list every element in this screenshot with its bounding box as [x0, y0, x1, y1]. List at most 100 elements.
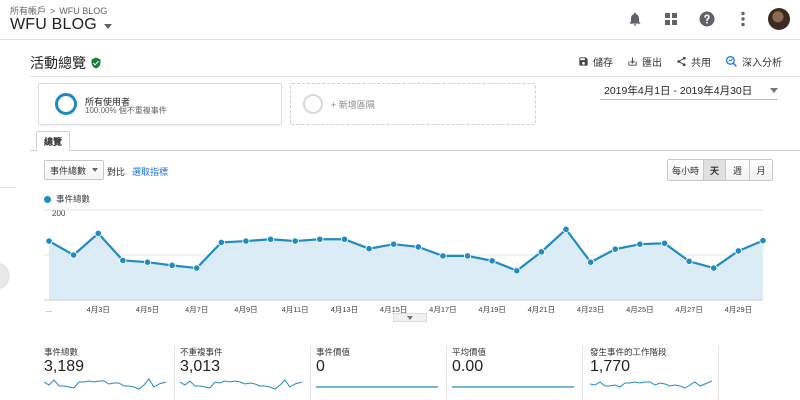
metric-label: 發生事件的工作階段 — [590, 347, 667, 357]
more-vert-icon[interactable] — [732, 8, 754, 30]
data-point — [463, 252, 472, 260]
versus-label: 對比 — [107, 167, 126, 177]
caret-down-icon — [770, 88, 778, 93]
top-icons — [624, 8, 790, 30]
save-button[interactable]: 儲存 — [578, 54, 613, 69]
date-range-text: 2019年4月1日 - 2019年4月30日 — [604, 85, 753, 97]
segment-all-users[interactable]: 所有使用者 100.00% 個不重複事件 — [38, 83, 282, 125]
tab-overview-label: 總覽 — [43, 136, 62, 147]
select-metric-link[interactable]: 選取指標 — [132, 165, 168, 178]
data-point — [562, 225, 570, 233]
insights-icon — [725, 55, 737, 67]
insights-label: 深入分析 — [742, 58, 782, 69]
save-icon — [579, 57, 588, 66]
chart-legend: 事件總數 — [44, 193, 90, 205]
account-name: WFU BLOG — [10, 16, 97, 33]
share-icon — [677, 56, 686, 67]
data-point — [710, 264, 718, 272]
x-tick-label: 4月27日 — [675, 305, 703, 314]
data-point — [685, 257, 693, 265]
date-range-picker[interactable]: 2019年4月1日 - 2019年4月30日 — [600, 82, 778, 100]
avatar[interactable] — [768, 8, 790, 30]
x-tick-label: 4月17日 — [429, 305, 457, 314]
breadcrumb-property[interactable]: WFU BLOG — [59, 6, 107, 16]
left-rail — [0, 41, 16, 400]
granularity-day-button[interactable]: 天 — [704, 160, 726, 180]
top-bar: 所有帳戶 > WFU BLOG WFU BLOG — [0, 0, 800, 40]
breadcrumb-separator: > — [50, 5, 56, 16]
series-area — [49, 229, 763, 300]
x-tick-label: 4月3日 — [87, 305, 110, 314]
apps-grid-icon[interactable] — [660, 8, 682, 30]
share-button[interactable]: 共用 — [676, 54, 711, 69]
data-point — [266, 235, 275, 243]
granularity-month-button[interactable]: 月 — [750, 160, 772, 180]
legend-label: 事件總數 — [56, 194, 91, 204]
collapse-chart-button[interactable] — [393, 313, 427, 322]
x-tick-label: 4月5日 — [136, 305, 159, 314]
metric-divider — [174, 346, 175, 400]
x-tick-label: 4月29日 — [725, 305, 753, 314]
x-tick-label: 4月23日 — [577, 305, 605, 314]
metric-total-events[interactable]: 事件總數 3,189 — [44, 346, 172, 400]
metric-avg-value[interactable]: 平均價值 0.00 — [452, 346, 580, 400]
export-icon — [628, 57, 637, 66]
data-point — [242, 237, 250, 245]
granularity-hourly-button[interactable]: 每小時 — [668, 160, 704, 180]
account-selector[interactable]: WFU BLOG — [10, 16, 112, 34]
add-segment-button[interactable]: + 新增區隔 — [290, 83, 536, 125]
data-point — [439, 252, 447, 260]
data-point — [660, 239, 669, 247]
data-point — [365, 245, 373, 253]
metric-value: 0 — [316, 358, 325, 375]
help-icon[interactable] — [696, 8, 718, 30]
add-segment-label: + 新增區隔 — [331, 100, 375, 110]
legend-dot — [44, 195, 51, 203]
granularity-week-button[interactable]: 週 — [726, 160, 750, 180]
metric-select[interactable]: 事件總數 — [44, 160, 104, 180]
sparkline — [180, 379, 302, 390]
report-actions: 儲存 匯出 共用 深入分析 — [578, 54, 782, 69]
x-tick-label: 4月11日 — [282, 305, 309, 314]
x-tick-label: 4月9日 — [234, 305, 257, 314]
data-point — [734, 247, 742, 255]
x-tick-label: 4月13日 — [331, 305, 359, 314]
metric-event-value[interactable]: 事件價值 0 — [316, 346, 444, 400]
data-point — [488, 257, 496, 265]
data-point — [636, 240, 644, 248]
data-point — [168, 261, 176, 269]
save-label: 儲存 — [593, 58, 613, 69]
metric-label: 平均價值 — [452, 347, 487, 357]
verified-check-icon — [91, 57, 101, 69]
x-tick-label: 4月21日 — [528, 305, 556, 314]
metric-unique-events[interactable]: 不重複事件 3,013 — [180, 346, 308, 400]
x-tick-label: 4月25日 — [626, 305, 654, 314]
events-line-chart: ... 4月3日 4月5日 4月7日 4月9日 4月11日 4月13日 4月15日 4月17日 4… — [44, 209, 767, 314]
sparkline — [316, 386, 438, 388]
data-point — [611, 245, 619, 253]
data-point — [119, 256, 127, 265]
metric-label: 事件總數 — [44, 347, 79, 357]
bell-icon[interactable] — [624, 8, 646, 30]
caret-down-icon — [103, 23, 112, 29]
metric-value: 1,770 — [590, 358, 631, 375]
data-point — [193, 264, 201, 272]
export-button[interactable]: 匯出 — [627, 54, 662, 69]
data-point — [70, 251, 78, 259]
x-tick-label: 4月7日 — [185, 305, 208, 314]
metric-divider — [446, 346, 447, 400]
data-point — [316, 235, 324, 243]
page-title: 活動總覽 — [30, 53, 102, 73]
metric-label: 不重複事件 — [180, 347, 223, 357]
metric-value: 0.00 — [452, 358, 484, 375]
data-point — [759, 236, 767, 245]
metric-sessions-with-event[interactable]: 發生事件的工作階段 1,770 — [590, 346, 718, 400]
insights-button[interactable]: 深入分析 — [725, 54, 782, 69]
data-point — [45, 237, 53, 245]
data-point — [587, 258, 595, 266]
data-point — [390, 240, 398, 248]
metric-divider — [718, 346, 719, 400]
share-label: 共用 — [691, 58, 711, 69]
metric-value: 3,013 — [180, 358, 221, 375]
tab-overview[interactable]: 總覽 — [36, 131, 70, 151]
